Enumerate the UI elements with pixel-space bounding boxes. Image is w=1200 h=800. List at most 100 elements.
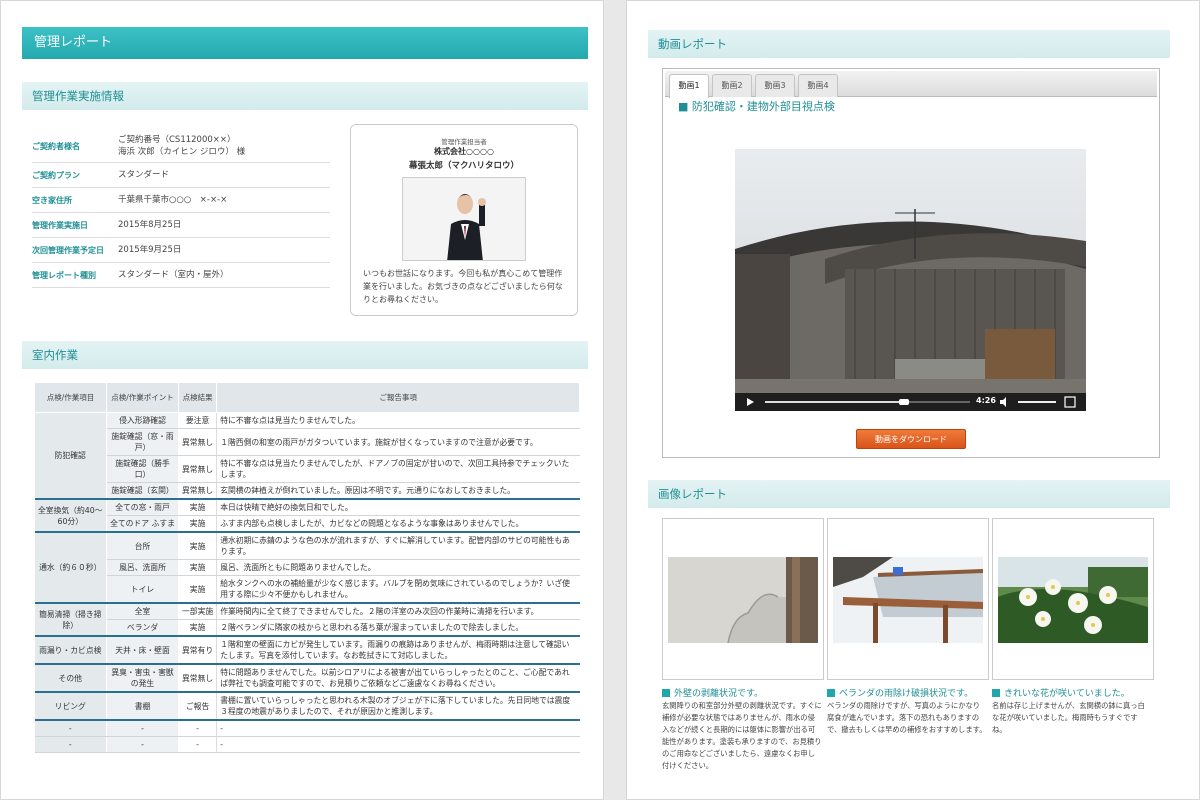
cell-result: - (178, 719, 218, 737)
cell-result: 異常無し (178, 455, 218, 483)
cell-point: - (106, 736, 179, 753)
cell-report: 特に不審な点は見当たりませんでしたが、ドアノブの固定が甘いので、次回工具持参でチ… (216, 455, 580, 483)
image-card-3 (992, 518, 1154, 680)
info-value-line: 千葉県千葉市○○○ ×-×-× (118, 195, 228, 205)
cell-point: 全室 (106, 602, 179, 620)
image-veranda-damage[interactable] (833, 557, 983, 643)
cell-result: 異常無し (178, 663, 218, 693)
image-desc-3: 名前は存じ上げませんが、玄関横の鉢に真っ白な花が咲いていました。梅雨時もうすぐで… (992, 701, 1145, 734)
download-video-button[interactable]: 動画をダウンロード (856, 429, 966, 449)
cell-result: 実施 (178, 559, 218, 576)
video-time: 4:26 (976, 396, 996, 405)
cell-result: ご報告 (178, 691, 218, 721)
table-row: ---- (34, 736, 580, 753)
image-wall-peeling[interactable] (668, 557, 818, 643)
video-tabs: 動画1 動画2 動画3 動画4 (665, 71, 1157, 98)
cell-result: 異常無し (178, 482, 218, 500)
info-row: ご契約プラン スタンダード (32, 163, 330, 188)
cell-report: 作業時間内に全て終了できませんでした。２階の洋室のみ次回の作業時に清掃を行います… (216, 602, 580, 620)
cell-point: 侵入形跡確認 (106, 412, 179, 429)
cell-category: リビング (34, 691, 107, 721)
info-label: 次回管理作業予定日 (32, 245, 104, 255)
cell-category: - (34, 719, 107, 737)
table-row: 風呂、洗面所 実施 風呂、洗面所ともに問題ありませんでした。 (35, 559, 580, 576)
info-row: ご契約者様名 ご契約番号（CS112000××） 海浜 次郎（カイヒン ジロウ） 様 (32, 130, 330, 163)
section-header-image: 画像レポート (648, 480, 1170, 508)
video-controls: 4:26 (735, 393, 1086, 411)
page-title: 管理レポート (22, 27, 588, 59)
video-player[interactable]: 4:26 (735, 149, 1086, 411)
col-result: 点検結果 (177, 382, 218, 413)
info-value-line: スタンダード（室内・屋外） (118, 270, 229, 280)
info-label: ご契約者様名 (32, 141, 80, 151)
table-row: 施錠確認（勝手口） 異常無し 特に不審な点は見当たりませんでしたが、ドアノブの固定が… (35, 455, 580, 483)
contract-info: ご契約者様名 ご契約番号（CS112000××） 海浜 次郎（カイヒン ジロウ） 様… (32, 130, 330, 288)
cell-report: 書棚に置いていらっしゃったと思われる木製のオブジェが下に落下していました。先日同… (216, 691, 580, 721)
col-report: ご報告事項 (216, 382, 580, 413)
fullscreen-icon[interactable] (1064, 396, 1076, 408)
table-row: 簡易清掃（掃き掃除） 全室 一部実施 作業時間内に全て終了できませんでした。２階の洋室… (34, 602, 580, 637)
table-row: トイレ 実施 給水タンクへの水の補給量が少なく感じます。バルブを閉め気味にされている… (35, 575, 580, 604)
info-value: スタンダード (118, 169, 330, 181)
info-value: 千葉県千葉市○○○ ×-×-× (118, 194, 330, 206)
cell-report: ２階ベランダに隣家の枝からと思われる落ち葉が溜まっていましたので除去しました。 (216, 619, 580, 637)
cell-category: 通水（約６０秒） (34, 531, 107, 604)
cell-report: 通水初期に赤錆のような色の水が流れますが、すぐに解消しています。配管内部のサビの… (216, 531, 580, 560)
section-header-video: 動画レポート (648, 30, 1170, 58)
table-row: ベランダ 実施 ２階ベランダに隣家の枝からと思われる落ち葉が溜まっていましたので除去… (35, 619, 580, 637)
tab-video-3[interactable]: 動画3 (755, 74, 795, 97)
volume-icon[interactable] (1000, 397, 1006, 407)
cell-report: ふすま内部も点検しましたが、カビなどの問題となるような事象はありませんでした。 (216, 515, 580, 533)
cell-category: 全室換気（約40〜60分） (34, 498, 107, 533)
info-label: ご契約プラン (32, 170, 80, 180)
cell-report: - (216, 736, 580, 753)
cell-result: 実施 (178, 531, 218, 560)
col-point: 点検/作業ポイント (106, 382, 179, 413)
cell-report: 特に不審な点は見当たりませんでした。 (216, 412, 580, 429)
cell-category: 防犯確認 (34, 412, 107, 500)
info-label: 空き家住所 (32, 195, 72, 205)
cell-report: 風呂、洗面所ともに問題ありませんでした。 (216, 559, 580, 576)
cell-result: 実施 (178, 575, 218, 604)
cell-result: 実施 (178, 619, 218, 637)
table-row: 施錠確認（窓・雨戸） 異常無し １階西側の和室の雨戸がガタついています。施錠が甘くな… (35, 428, 580, 456)
info-row: 管理作業実施日 2015年8月25日 (32, 213, 330, 238)
info-value: スタンダード（室内・屋外） (118, 269, 330, 281)
staff-card: 管理作業担当者 株式会社○○○○ 幕張太郎（マクハリタロウ） いつもお世話になり… (350, 124, 578, 316)
cell-report: 特に問題ありませんでした。以前シロアリによる被害が出ていらっしゃったとのこと、ご… (216, 663, 580, 693)
tab-video-2[interactable]: 動画2 (712, 74, 752, 97)
info-value-line: スタンダード (118, 170, 170, 180)
cell-point: ベランダ (106, 619, 179, 637)
cell-point: 全てのドア ふすま (106, 515, 179, 533)
info-value-line: ご契約番号（CS112000××） (118, 135, 236, 145)
cell-point: トイレ (106, 575, 179, 604)
cell-category: その他 (34, 663, 107, 693)
cell-result: 実施 (178, 498, 218, 516)
cell-point: 全ての窓・雨戸 (106, 498, 179, 516)
tab-video-4[interactable]: 動画4 (798, 74, 838, 97)
image-caption-1: 外壁の剥離状況です。 (662, 686, 824, 699)
table-row: 施錠確認（玄関） 異常無し 玄関横の鉢植えが倒れていました。原因は不明です。元通りに… (35, 482, 580, 500)
info-row: 管理レポート種別 スタンダード（室内・屋外） (32, 263, 330, 288)
play-icon[interactable] (747, 398, 754, 406)
col-cat: 点検/作業項目 (34, 382, 107, 413)
section-header-info: 管理作業実施情報 (22, 82, 588, 110)
table-row: その他 異臭・害虫・害獣の発生 異常無し 特に問題ありませんでした。以前シロアリによる… (34, 663, 580, 693)
video-title: ■ 防犯確認・建物外部目視点検 (678, 100, 835, 113)
image-desc-2: ベランダの雨除けですが、写真のようにかなり腐食が進んでいます。落下の恐れもありま… (827, 701, 987, 734)
cell-point: 施錠確認（勝手口） (106, 455, 179, 483)
tab-video-1[interactable]: 動画1 (669, 74, 709, 98)
cell-point: 天井・床・壁面 (106, 635, 179, 665)
image-white-flowers[interactable] (998, 557, 1148, 643)
info-label: 管理作業実施日 (32, 220, 88, 230)
staff-photo (402, 177, 526, 261)
table-row: 防犯確認 侵入形跡確認 要注意 特に不審な点は見当たりませんでした。 (34, 412, 580, 500)
indoor-work-table: 点検/作業項目 点検/作業ポイント 点検結果 ご報告事項 防犯確認 侵入形跡確認要… (34, 382, 580, 753)
info-value-line: 2015年8月25日 (118, 220, 182, 230)
cell-report: 給水タンクへの水の補給量が少なく感じます。バルブを閉め気味にされているのでしょう… (216, 575, 580, 604)
cell-point: 書棚 (106, 691, 179, 721)
staff-company: 株式会社○○○○ (434, 147, 494, 156)
cell-report: １階西側の和室の雨戸がガタついています。施錠が甘くなっていますので注意が必要です… (216, 428, 580, 456)
info-row: 次回管理作業予定日 2015年9月25日 (32, 238, 330, 263)
cell-result: 異常有り (178, 635, 218, 665)
